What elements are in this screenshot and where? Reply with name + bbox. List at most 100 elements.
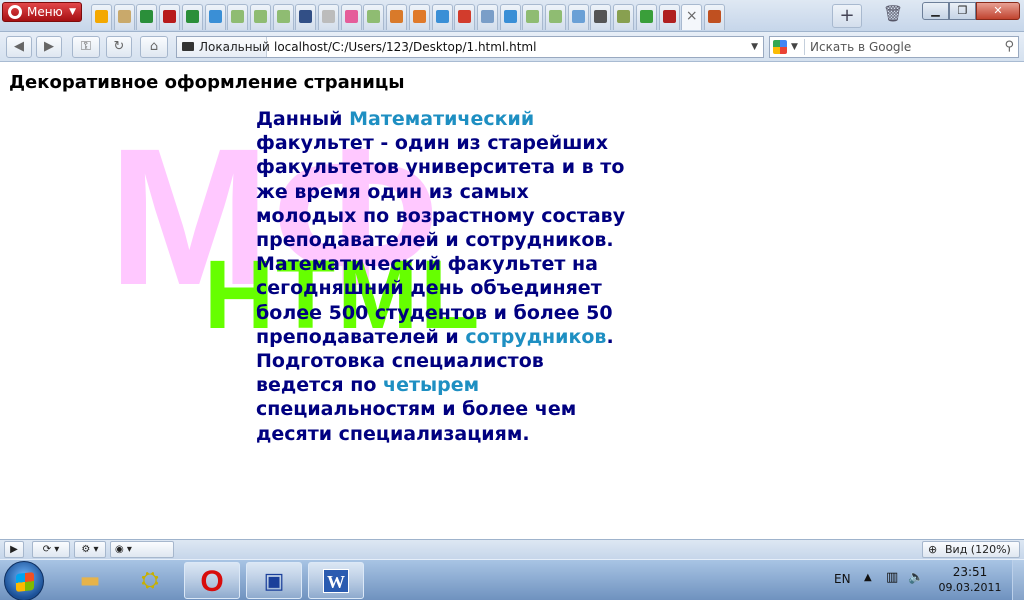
- chevron-down-icon[interactable]: ▼: [751, 37, 758, 57]
- tab[interactable]: [590, 4, 612, 30]
- language-indicator[interactable]: EN: [834, 572, 851, 586]
- paragraph-text: факультет - один из старейших факультето…: [256, 132, 626, 348]
- favicon-icon: [458, 10, 472, 23]
- tab[interactable]: [204, 4, 226, 30]
- google-icon[interactable]: [773, 40, 787, 54]
- windows-logo-icon: [16, 572, 34, 592]
- highlight-word: сотрудников: [465, 325, 607, 348]
- wand-key-button[interactable]: ⚿: [72, 36, 100, 58]
- site-info-badge[interactable]: Локальный: [177, 37, 270, 57]
- address-field[interactable]: Локальный localhost/C:/Users/123/Desktop…: [176, 36, 764, 58]
- favicon-icon: [117, 10, 131, 23]
- tab[interactable]: [340, 4, 362, 30]
- status-bar: ▶ ⟳ ▾ ⚙ ▾ ◉ ▾ ⊕ Вид (120%): [0, 539, 1024, 559]
- tab[interactable]: [499, 4, 521, 30]
- tab[interactable]: [136, 4, 158, 30]
- start-button[interactable]: [4, 561, 44, 600]
- search-icon[interactable]: ⚲: [1004, 37, 1014, 57]
- tab[interactable]: [431, 4, 453, 30]
- favicon-icon: [412, 10, 426, 23]
- maximize-button[interactable]: ❐: [949, 2, 976, 20]
- divider: [804, 39, 805, 55]
- tab[interactable]: [567, 4, 589, 30]
- tab[interactable]: [386, 4, 408, 30]
- unite-icon[interactable]: ⚙ ▾: [74, 541, 106, 558]
- menu-label: Меню: [27, 5, 63, 19]
- favicon-icon: [140, 10, 154, 23]
- app-icon: ⛭: [141, 568, 159, 593]
- tab[interactable]: [113, 4, 135, 30]
- favicon-icon: [526, 10, 540, 23]
- tab[interactable]: [703, 4, 725, 30]
- sync-icon[interactable]: ⟳ ▾: [32, 541, 70, 558]
- floppy-disk-icon: ▣: [263, 569, 285, 594]
- new-tab-button[interactable]: +: [832, 4, 862, 28]
- tab[interactable]: [476, 4, 498, 30]
- favicon-icon: [344, 10, 358, 23]
- tab[interactable]: [249, 4, 271, 30]
- tab[interactable]: [318, 4, 339, 30]
- favicon-icon: [662, 10, 676, 23]
- url-text[interactable]: localhost/C:/Users/123/Desktop/1.html.ht…: [274, 37, 536, 57]
- panel-toggle-icon[interactable]: ▶: [4, 541, 24, 558]
- tab[interactable]: [658, 4, 680, 30]
- tab[interactable]: [181, 4, 203, 30]
- home-button[interactable]: ⌂: [140, 36, 168, 58]
- close-icon[interactable]: ×: [685, 9, 698, 23]
- tab[interactable]: [272, 4, 294, 30]
- explorer-taskbar-button[interactable]: ▬: [62, 562, 118, 599]
- back-button[interactable]: ◀: [6, 36, 32, 58]
- clock-time[interactable]: 23:51: [938, 565, 1002, 579]
- opera-icon: O: [200, 565, 224, 598]
- closed-tabs-trash-icon[interactable]: 🗑: [882, 4, 904, 28]
- favicon-icon: [95, 10, 108, 23]
- highlight-word: Математический: [349, 108, 535, 130]
- word-icon: W: [323, 569, 349, 593]
- turbo-icon[interactable]: ◉ ▾: [110, 541, 174, 558]
- search-placeholder[interactable]: Искать в Google: [810, 37, 911, 57]
- highlight-word: четырем: [383, 374, 480, 397]
- reload-button[interactable]: ↻: [106, 36, 132, 58]
- favicon-icon: [276, 10, 290, 23]
- clock-date[interactable]: 09.03.2011: [938, 581, 1002, 594]
- search-field[interactable]: ▼ Искать в Google ⚲: [769, 36, 1019, 58]
- opera-taskbar-button[interactable]: O: [184, 562, 240, 599]
- faculty-paragraph: Данный Математический факультет - один и…: [256, 107, 626, 446]
- favicon-icon: [208, 10, 222, 23]
- app-taskbar-button[interactable]: ⛭: [122, 562, 178, 599]
- tab[interactable]: [613, 4, 635, 30]
- tab[interactable]: [522, 4, 544, 30]
- tab[interactable]: [227, 4, 249, 30]
- favicon-icon: [639, 10, 653, 23]
- paragraph-text: Данный: [256, 108, 350, 130]
- favicon-icon: [435, 10, 449, 23]
- opera-menu-button[interactable]: Меню ▼: [2, 2, 82, 22]
- tab[interactable]: [635, 4, 657, 30]
- favicon-icon: [571, 10, 585, 23]
- close-window-button[interactable]: ✕: [976, 2, 1020, 20]
- window-controls: ▁ ❐ ✕: [922, 2, 1020, 20]
- chevron-up-icon[interactable]: ▲: [864, 572, 872, 583]
- volume-icon[interactable]: 🔈: [908, 570, 924, 585]
- network-icon[interactable]: ▥: [886, 570, 898, 585]
- tab-active[interactable]: ×: [681, 4, 703, 30]
- favicon-icon: [367, 10, 381, 23]
- favicon-icon: [163, 10, 177, 23]
- tab[interactable]: [454, 4, 476, 30]
- favicon-icon: [707, 10, 721, 23]
- tab[interactable]: [91, 4, 112, 30]
- folder-icon: ▬: [79, 568, 101, 593]
- minimize-button[interactable]: ▁: [922, 2, 949, 20]
- tab[interactable]: [363, 4, 385, 30]
- tab[interactable]: [545, 4, 566, 30]
- tab[interactable]: [159, 4, 181, 30]
- forward-button[interactable]: ▶: [36, 36, 62, 58]
- word-taskbar-button[interactable]: W: [308, 562, 364, 599]
- chevron-down-icon[interactable]: ▼: [791, 37, 798, 57]
- show-desktop-button[interactable]: [1012, 560, 1024, 600]
- system-tray: EN ▲ ▥ 🔈 23:51 09.03.2011: [828, 560, 1024, 600]
- zoom-control[interactable]: ⊕ Вид (120%): [922, 541, 1020, 558]
- tab[interactable]: [295, 4, 317, 30]
- tab[interactable]: [408, 4, 430, 30]
- save-taskbar-button[interactable]: ▣: [246, 562, 302, 599]
